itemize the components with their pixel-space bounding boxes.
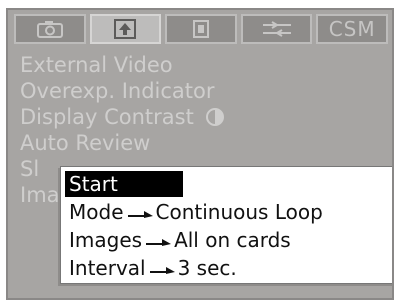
tab-playback[interactable] — [89, 14, 162, 44]
mode-option[interactable]: Mode Continuous Loop — [69, 199, 323, 225]
option-label: Mode — [69, 200, 124, 224]
menu-item-overexp-indicator[interactable]: Overexp. Indicator — [20, 78, 225, 104]
option-label: Interval — [69, 256, 146, 280]
images-option[interactable]: Images All on cards — [69, 227, 291, 253]
tab-setup[interactable] — [165, 14, 237, 44]
playback-icon — [113, 18, 137, 40]
wrench-icon — [190, 18, 212, 40]
menu-item-label: Auto Review — [20, 131, 151, 155]
tab-camera[interactable] — [14, 14, 86, 44]
option-label: Images — [69, 228, 143, 252]
tab-csm[interactable]: CSM — [316, 14, 388, 44]
option-value: All on cards — [174, 228, 291, 252]
right-arrow-icon — [148, 255, 176, 274]
tab-csm-label: CSM — [328, 17, 376, 41]
slideshow-submenu: Start Mode Continuous Loop Images All on c… — [60, 166, 392, 284]
option-value: Continuous Loop — [155, 200, 323, 224]
menu-item-label: Sl — [20, 157, 40, 181]
camera-icon — [35, 19, 65, 39]
menu-item-label: Ima — [20, 183, 60, 207]
sliders-icon — [260, 19, 294, 39]
right-arrow-icon — [126, 199, 154, 218]
menu-item-display-contrast[interactable]: Display Contrast — [20, 104, 225, 130]
menu-item-label: External Video — [20, 53, 173, 77]
menu-item-label: Overexp. Indicator — [20, 79, 215, 103]
interval-option[interactable]: Interval 3 sec. — [69, 255, 237, 281]
menu-tabs: CSM — [8, 10, 392, 48]
menu-item-label: Display Contrast — [20, 105, 194, 129]
option-value: 3 sec. — [177, 256, 237, 280]
start-button[interactable]: Start — [65, 171, 183, 197]
menu-item-external-video[interactable]: External Video — [20, 52, 225, 78]
tab-custom[interactable] — [240, 14, 313, 44]
right-arrow-icon — [144, 227, 172, 246]
camera-menu-screen: CSM External Video Overexp. Indicator Di… — [6, 8, 394, 300]
contrast-icon — [205, 107, 225, 133]
menu-item-auto-review[interactable]: Auto Review — [20, 130, 225, 156]
